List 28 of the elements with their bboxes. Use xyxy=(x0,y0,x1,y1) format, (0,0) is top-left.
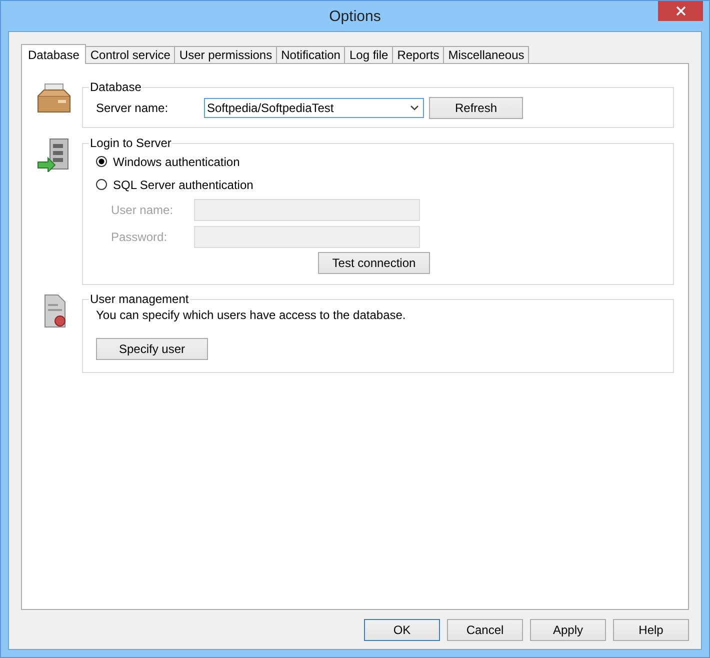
test-connection-button[interactable]: Test connection xyxy=(318,252,430,274)
group-title: Login to Server xyxy=(89,136,172,150)
field-label: Server name: xyxy=(96,101,170,115)
radio-option[interactable]: Windows authentication xyxy=(96,150,661,173)
close-button[interactable] xyxy=(658,1,703,21)
refresh-button[interactable]: Refresh xyxy=(429,97,523,119)
tab[interactable]: Miscellaneous xyxy=(443,46,530,63)
dialog-button[interactable]: Help xyxy=(613,618,689,640)
group-title: User management xyxy=(89,292,190,306)
dialog-button[interactable]: OK xyxy=(364,618,440,640)
server-dropdown[interactable]: Softpedia/SoftpediaTest xyxy=(204,98,424,118)
field-label: Password: xyxy=(111,230,168,244)
radio-option[interactable]: SQL Server authentication xyxy=(96,173,661,196)
specify-user-button[interactable]: Specify user xyxy=(96,338,208,360)
tab[interactable]: User permissions xyxy=(174,46,278,63)
dialog-button[interactable]: Apply xyxy=(530,618,606,640)
chevron-down-icon xyxy=(410,105,419,111)
field-label: User name: xyxy=(111,202,174,216)
dialog-button[interactable]: Cancel xyxy=(447,618,523,640)
tab[interactable]: Log file xyxy=(344,46,394,63)
tab[interactable]: Database xyxy=(21,44,86,64)
tab[interactable]: Reports xyxy=(392,46,444,63)
radio-button[interactable] xyxy=(96,179,107,190)
radio-button[interactable] xyxy=(96,156,107,167)
window-title: Options xyxy=(329,8,381,24)
close-icon xyxy=(676,6,686,16)
group-title: Database xyxy=(89,80,142,94)
description-text: You can specify which users have access to the database. xyxy=(96,308,407,322)
